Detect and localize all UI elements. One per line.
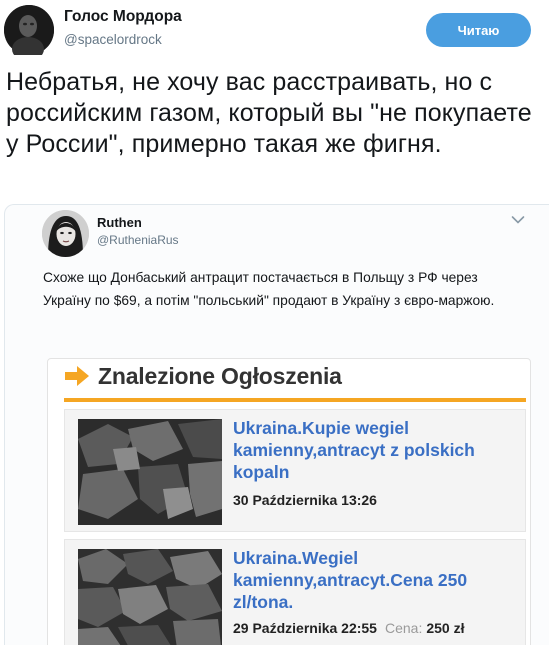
orange-divider — [64, 398, 526, 402]
listing-date: 29 Października 22:55 — [233, 620, 377, 636]
quoted-author-avatar[interactable] — [42, 210, 89, 257]
listing-title[interactable]: Ukraina.Kupie wegiel kamienny,antracyt z… — [233, 417, 513, 483]
listing-date: 30 Października 13:26 — [233, 492, 377, 508]
author-avatar[interactable] — [4, 5, 54, 61]
listing-title[interactable]: Ukraina.Wegiel kamienny,antracyt.Cena 25… — [233, 547, 513, 613]
dark-portrait-avatar-icon — [4, 5, 54, 61]
quoted-author-handle[interactable]: @RutheniaRus — [97, 233, 179, 247]
listing-date-row: 29 Października 22:55 Cena: 250 zł — [233, 620, 464, 636]
coal-photo — [78, 419, 222, 525]
woman-portrait-avatar-icon — [42, 210, 89, 257]
tweet-text: Небратья, не хочу вас расстраивать, но с… — [6, 68, 532, 158]
price-label: Cena: — [384, 620, 423, 636]
quoted-tweet[interactable]: Ruthen @RutheniaRus Схоже що Донбаський … — [4, 204, 549, 645]
orange-arrow-icon — [65, 366, 89, 386]
embedded-screenshot[interactable]: Znalezione Ogłoszenia Ukraina.Kupie wegi… — [47, 358, 531, 645]
listing-price: 250 zł — [426, 620, 465, 636]
listing-card: Ukraina.Wegiel kamienny,antracyt.Cena 25… — [64, 539, 526, 645]
follow-button[interactable]: Читаю — [426, 13, 531, 47]
quoted-tweet-text: Схоже що Донбаський антрацит постачаєтьс… — [43, 270, 495, 308]
screenshot-header: Znalezione Ogłoszenia — [48, 359, 530, 402]
author-name[interactable]: Голос Мордора — [64, 8, 182, 26]
chevron-down-icon[interactable] — [511, 215, 525, 225]
author-handle[interactable]: @spacelordrock — [64, 32, 162, 47]
coal-photo — [78, 549, 222, 645]
quoted-author-name[interactable]: Ruthen — [97, 215, 142, 230]
listing-card: Ukraina.Kupie wegiel kamienny,antracyt z… — [64, 409, 526, 532]
screenshot-title: Znalezione Ogłoszenia — [98, 363, 342, 389]
